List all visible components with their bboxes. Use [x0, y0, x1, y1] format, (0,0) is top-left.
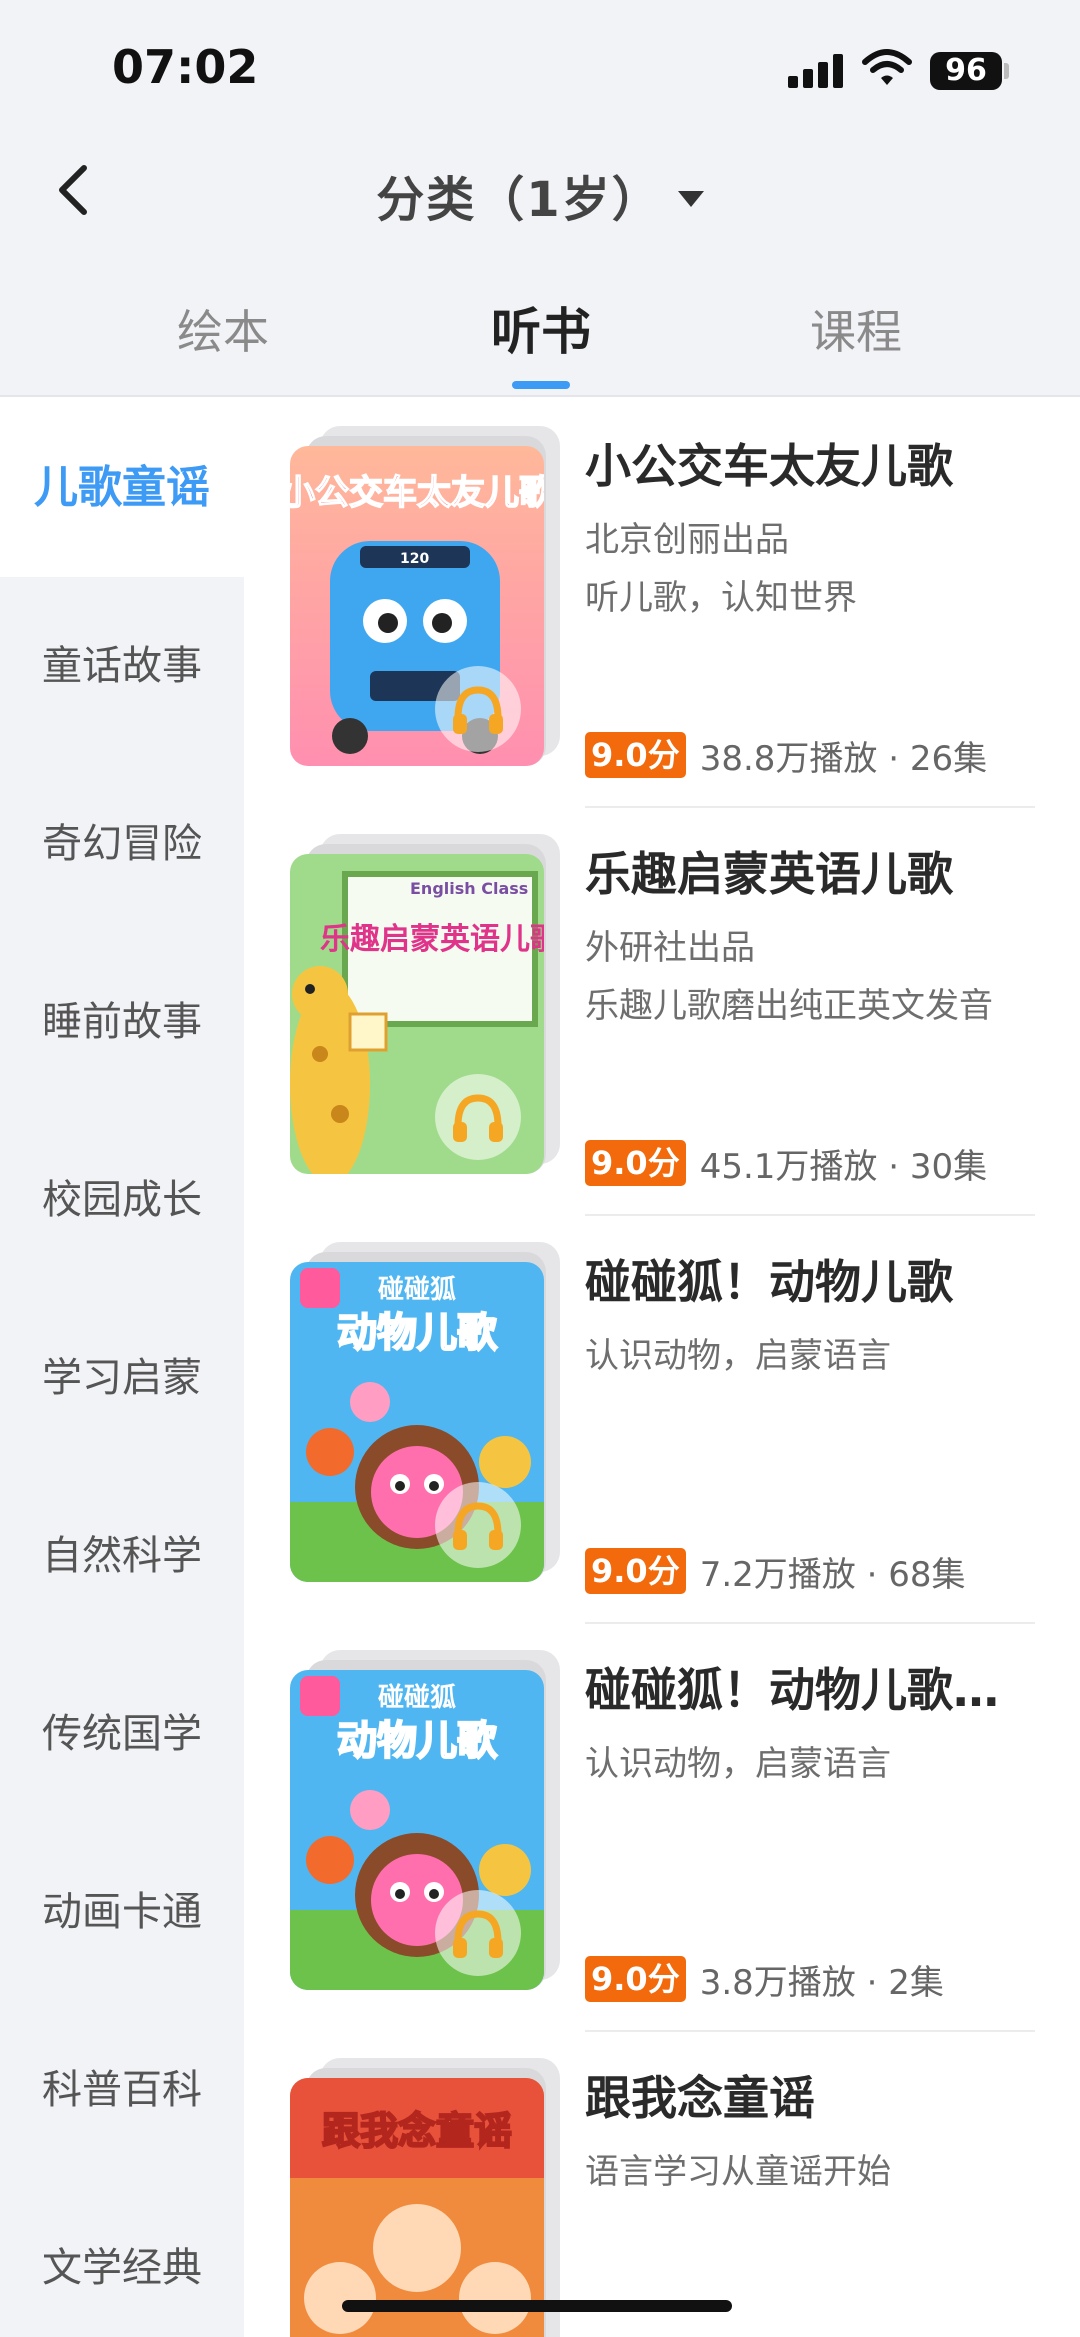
- item-publisher: 外研社出品: [585, 928, 755, 968]
- tab-picture-books[interactable]: 绘本: [113, 296, 333, 362]
- tab-courses[interactable]: 课程: [746, 296, 966, 362]
- page-title: 分类（1岁）: [376, 172, 662, 228]
- list-item[interactable]: 碰碰狐 动物儿歌 碰碰狐！动物儿歌 认识动物，启蒙语言 9.0分 7.2万播放 …: [280, 1216, 1060, 1624]
- list-item[interactable]: English Class 乐趣启蒙英语儿歌 乐趣启蒙英语儿歌 外研社出品 乐趣…: [280, 808, 1060, 1216]
- cover-title-text: 乐趣启蒙英语儿歌: [320, 922, 544, 957]
- score-badge: 9.0分: [585, 1548, 686, 1594]
- svg-text:120: 120: [400, 551, 429, 567]
- item-title[interactable]: 小公交车太友儿歌: [585, 430, 1025, 496]
- battery-tip: [1004, 63, 1009, 79]
- cover-title-text: 小公交车太友儿歌: [290, 473, 544, 513]
- headphone-icon: [435, 1482, 521, 1568]
- item-title[interactable]: 碰碰狐！动物儿歌…: [585, 1654, 1025, 1720]
- album-cover[interactable]: English Class 乐趣启蒙英语儿歌: [290, 834, 560, 1184]
- home-indicator[interactable]: [342, 2300, 732, 2312]
- item-description: 乐趣儿歌磨出纯正英文发音: [585, 986, 993, 1026]
- status-time: 07:02: [112, 40, 259, 94]
- header: 07:02 96 分类（1岁） 绘本 听书 课程: [0, 0, 1080, 397]
- active-tab-indicator: [512, 381, 570, 389]
- album-cover[interactable]: 碰碰狐 动物儿歌: [290, 1650, 560, 2000]
- battery-icon: 96: [930, 52, 1002, 90]
- item-publisher: 北京创丽出品: [585, 520, 789, 560]
- item-title[interactable]: 碰碰狐！动物儿歌: [585, 1246, 1025, 1312]
- cover-title-text: 动物儿歌: [337, 1718, 498, 1764]
- sidebar-item-learning[interactable]: 学习启蒙: [0, 1289, 244, 1467]
- sidebar-item-chinese-classics[interactable]: 传统国学: [0, 1645, 244, 1823]
- category-title-dropdown[interactable]: 分类（1岁）: [0, 160, 1080, 230]
- cover-text-brand: 碰碰狐: [378, 1683, 456, 1713]
- cover-title-text: 动物儿歌: [337, 1310, 498, 1356]
- item-description: 认识动物，启蒙语言: [585, 1744, 891, 1784]
- sidebar-item-bedtime-stories[interactable]: 睡前故事: [0, 933, 244, 1111]
- sidebar-item-natural-science[interactable]: 自然科学: [0, 1467, 244, 1645]
- score-badge: 9.0分: [585, 732, 686, 778]
- play-count: 45.1万播放 · 30集: [699, 1146, 988, 1187]
- cover-title-text: 跟我念童谣: [322, 2109, 512, 2153]
- category-sidebar: 儿歌童谣 童话故事 奇幻冒险 睡前故事 校园成长 学习启蒙 自然科学 传统国学 …: [0, 399, 244, 2337]
- sidebar-item-encyclopedia[interactable]: 科普百科: [0, 2001, 244, 2179]
- sidebar-item-literature[interactable]: 文学经典: [0, 2179, 244, 2337]
- sidebar-item-cartoons[interactable]: 动画卡通: [0, 1823, 244, 2001]
- item-description: 认识动物，启蒙语言: [585, 1336, 891, 1376]
- sidebar-item-nursery-rhymes[interactable]: 儿歌童谣: [0, 399, 244, 577]
- item-description: 语言学习从童谣开始: [585, 2152, 891, 2192]
- score-badge: 9.0分: [585, 1956, 686, 2002]
- album-cover[interactable]: 碰碰狐 动物儿歌: [290, 1242, 560, 1592]
- sidebar-item-fantasy-adventure[interactable]: 奇幻冒险: [0, 755, 244, 933]
- sidebar-item-school-growth[interactable]: 校园成长: [0, 1111, 244, 1289]
- headphone-icon: [435, 1890, 521, 1976]
- item-title[interactable]: 乐趣启蒙英语儿歌: [585, 838, 1025, 904]
- cover-text-brand: 碰碰狐: [378, 1275, 456, 1305]
- signal-icon: [788, 52, 846, 88]
- dropdown-caret-icon: [677, 191, 704, 207]
- item-description: 听儿歌，认知世界: [585, 578, 857, 618]
- score-badge: 9.0分: [585, 1140, 686, 1186]
- headphone-icon: [435, 1074, 521, 1160]
- sidebar-item-fairy-tales[interactable]: 童话故事: [0, 577, 244, 755]
- item-meta: 9.0分 3.8万播放 · 2集: [585, 1954, 944, 2004]
- wifi-icon: [862, 48, 912, 88]
- album-cover[interactable]: 小公交车太友儿歌 120: [290, 426, 560, 776]
- album-cover[interactable]: 跟我念童谣: [290, 2058, 560, 2337]
- tab-audiobooks[interactable]: 听书: [431, 292, 651, 364]
- headphone-icon: [435, 666, 521, 752]
- item-title[interactable]: 跟我念童谣: [585, 2062, 1025, 2128]
- list-item[interactable]: 碰碰狐 动物儿歌 碰碰狐！动物儿歌… 认识动物，启蒙语言 9.0分 3.8万播放…: [280, 1624, 1060, 2032]
- item-meta: 9.0分 7.2万播放 · 68集: [585, 1546, 965, 1596]
- item-meta: 9.0分 38.8万播放 · 26集: [585, 730, 987, 780]
- list-item[interactable]: 小公交车太友儿歌 120 小公交车太友儿歌 北京创丽出品 听儿歌，认知世界 9.…: [280, 400, 1060, 808]
- play-count: 3.8万播放 · 2集: [699, 1962, 944, 2003]
- play-count: 38.8万播放 · 26集: [699, 738, 988, 779]
- list-item[interactable]: 跟我念童谣 跟我念童谣 语言学习从童谣开始: [280, 2032, 1060, 2337]
- svg-text:English Class: English Class: [410, 879, 528, 898]
- item-meta: 9.0分 45.1万播放 · 30集: [585, 1138, 987, 1188]
- play-count: 7.2万播放 · 68集: [699, 1554, 966, 1595]
